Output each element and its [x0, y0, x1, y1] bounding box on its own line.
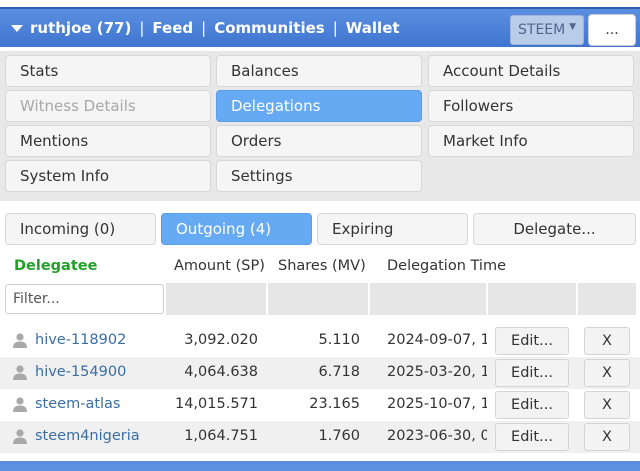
tab-expiring[interactable]: Expiring — [317, 213, 468, 245]
bottom-bar — [0, 461, 640, 471]
user-icon — [13, 365, 27, 380]
account-link[interactable]: ruthjoe (77) — [30, 19, 131, 37]
delegation-time: 2024-09-07, 16: — [387, 332, 487, 348]
remove-button[interactable]: X — [584, 423, 630, 451]
header-delegation-time[interactable]: Delegation Time — [387, 258, 506, 274]
remove-button[interactable]: X — [584, 359, 630, 387]
amount-value: 3,092.020 — [184, 332, 258, 348]
delegation-tabs: Incoming (0) Outgoing (4) Expiring Deleg… — [0, 206, 640, 252]
filter-input[interactable] — [5, 284, 164, 314]
menu-witness-details: Witness Details — [5, 90, 211, 122]
filter-cell — [370, 283, 486, 315]
filter-row — [0, 282, 640, 318]
menu-followers[interactable]: Followers — [428, 90, 634, 122]
filter-cell — [578, 283, 636, 315]
amount-value: 1,064.751 — [184, 428, 258, 444]
currency-select[interactable]: STEEM ▼ — [510, 15, 584, 45]
communities-link[interactable]: Communities — [214, 19, 325, 37]
menu-mentions[interactable]: Mentions — [5, 125, 211, 157]
delegatee-link[interactable]: steem-atlas — [35, 396, 120, 412]
remove-button[interactable]: X — [584, 391, 630, 419]
nav-separator: | — [332, 19, 338, 37]
tab-incoming[interactable]: Incoming (0) — [5, 213, 156, 245]
table-row: hive-154900 4,064.638 6.718 2025-03-20, … — [0, 357, 640, 389]
delegatee-link[interactable]: hive-154900 — [35, 364, 126, 380]
menu-market-info[interactable]: Market Info — [428, 125, 634, 157]
amount-value: 4,064.638 — [184, 364, 258, 380]
menu-system-info[interactable]: System Info — [5, 160, 211, 192]
table-row: steem4nigeria 1,064.751 1.760 2023-06-30… — [0, 421, 640, 453]
user-icon — [13, 333, 27, 348]
shares-value: 23.165 — [309, 396, 360, 412]
menu-panel: Stats Balances Account Details Witness D… — [0, 51, 640, 201]
chevron-down-icon: ▼ — [569, 22, 576, 32]
tab-outgoing[interactable]: Outgoing (4) — [161, 213, 312, 245]
table-row: steem-atlas 14,015.571 23.165 2025-10-07… — [0, 389, 640, 421]
menu-balances[interactable]: Balances — [216, 55, 422, 87]
shares-value: 1.760 — [318, 428, 360, 444]
menu-account-details[interactable]: Account Details — [428, 55, 634, 87]
nav-separator: | — [139, 19, 145, 37]
edit-button[interactable]: Edit... — [495, 391, 569, 419]
delegation-time: 2025-03-20, 10: — [387, 364, 487, 380]
delegatee-link[interactable]: steem4nigeria — [35, 428, 140, 444]
dropdown-caret-icon[interactable] — [11, 24, 23, 32]
menu-stats[interactable]: Stats — [5, 55, 211, 87]
menu-orders[interactable]: Orders — [216, 125, 422, 157]
edit-button[interactable]: Edit... — [495, 327, 569, 355]
menu-delegations[interactable]: Delegations — [216, 90, 422, 122]
wallet-link[interactable]: Wallet — [346, 19, 400, 37]
nav-separator: | — [201, 19, 207, 37]
delegation-time: 2023-06-30, 03: — [387, 428, 487, 444]
table-row: hive-118902 3,092.020 5.110 2024-09-07, … — [0, 325, 640, 357]
menu-settings[interactable]: Settings — [216, 160, 422, 192]
top-nav-bar: ruthjoe (77) | Feed | Communities | Wallet STE… — [0, 7, 640, 47]
filter-cell — [488, 283, 576, 315]
header-amount[interactable]: Amount (SP) — [174, 258, 265, 274]
header-shares[interactable]: Shares (MV) — [278, 258, 366, 274]
delegate-button[interactable]: Delegate... — [473, 213, 636, 245]
filter-cell — [166, 283, 266, 315]
nav-links: ruthjoe (77) | Feed | Communities | Wallet — [30, 19, 400, 37]
header-delegatee[interactable]: Delegatee — [14, 258, 97, 274]
currency-value: STEEM — [518, 22, 566, 38]
remove-button[interactable]: X — [584, 327, 630, 355]
user-icon — [13, 429, 27, 444]
edit-button[interactable]: Edit... — [495, 359, 569, 387]
shares-value: 6.718 — [318, 364, 360, 380]
delegatee-link[interactable]: hive-118902 — [35, 332, 126, 348]
table-header: Delegatee Amount (SP) Shares (MV) Delega… — [0, 252, 640, 282]
delegation-time: 2025-10-07, 12: — [387, 396, 487, 412]
feed-link[interactable]: Feed — [152, 19, 193, 37]
filter-cell — [268, 283, 368, 315]
amount-value: 14,015.571 — [174, 396, 258, 412]
shares-value: 5.110 — [318, 332, 360, 348]
edit-button[interactable]: Edit... — [495, 423, 569, 451]
more-button[interactable]: ... — [588, 14, 636, 46]
user-icon — [13, 397, 27, 412]
